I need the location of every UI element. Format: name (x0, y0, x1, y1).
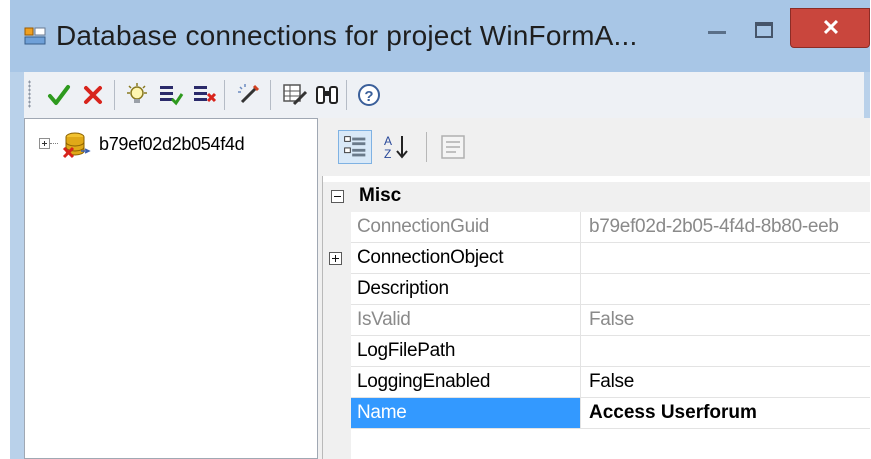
tree-item-label: b79ef02d2b054f4d (99, 134, 245, 154)
property-toolbar-separator (426, 132, 427, 162)
property-grid-toolbar: A Z (322, 118, 870, 176)
expand-icon[interactable] (329, 252, 342, 265)
connections-tree[interactable]: b79ef02d2b054f4d (24, 118, 318, 459)
ok-check-icon[interactable] (46, 82, 72, 108)
main-toolbar: ? (24, 72, 864, 119)
alphabetical-icon[interactable]: A Z (380, 130, 414, 164)
property-value[interactable]: Access Userforum (589, 398, 870, 428)
categorized-icon[interactable] (338, 130, 372, 164)
property-row-connectionobject[interactable]: ConnectionObject (329, 243, 870, 274)
help-icon[interactable]: ? (356, 82, 382, 108)
property-value[interactable]: False (589, 367, 870, 397)
magic-wand-icon[interactable] (236, 82, 262, 108)
title-bar[interactable]: Database connections for project WinForm… (10, 0, 870, 72)
property-value[interactable]: b79ef02d-2b05-4f4d-8b80-eeb (589, 212, 870, 242)
property-row-name[interactable]: Name Access Userforum (351, 398, 870, 429)
toolbar-separator (346, 80, 347, 110)
property-row-connectionguid[interactable]: ConnectionGuid b79ef02d-2b05-4f4d-8b80-e… (351, 212, 870, 243)
dialog-window: Database connections for project WinForm… (10, 0, 870, 459)
tree-connector-line (50, 143, 58, 144)
close-button[interactable]: ✕ (790, 8, 870, 48)
property-name: Name (351, 398, 581, 428)
list-delete-icon[interactable] (192, 82, 218, 108)
property-pages-icon[interactable] (436, 130, 470, 164)
maximize-icon (755, 22, 773, 38)
list-check-icon[interactable] (158, 82, 184, 108)
toolbar-separator (114, 80, 115, 110)
app-icon (24, 27, 46, 45)
property-row-description[interactable]: Description (351, 274, 870, 305)
cancel-x-icon[interactable] (80, 82, 106, 108)
close-icon: ✕ (821, 15, 841, 40)
property-name: LogFilePath (351, 336, 581, 366)
minimize-icon (708, 31, 726, 34)
property-value[interactable]: False (589, 305, 870, 335)
property-name: Description (351, 274, 581, 304)
property-row-isvalid[interactable]: IsValid False (351, 305, 870, 336)
toolbar-separator (270, 80, 271, 110)
category-label: Misc (359, 185, 402, 206)
svg-text:?: ? (364, 88, 373, 105)
property-value[interactable] (589, 336, 870, 366)
lightbulb-icon[interactable] (124, 82, 150, 108)
wizard-grid-icon[interactable] (282, 82, 308, 108)
tree-expand-icon[interactable] (39, 138, 50, 149)
property-grid: Misc ConnectionGuid b79ef02d-2b05-4f4d-8… (322, 176, 870, 459)
window-title: Database connections for project WinForm… (56, 20, 638, 51)
svg-text:A: A (384, 134, 392, 148)
collapse-icon[interactable] (331, 190, 344, 203)
property-name: IsValid (351, 305, 581, 335)
category-row[interactable]: Misc (323, 182, 870, 212)
property-value[interactable] (589, 274, 870, 304)
binoculars-icon[interactable] (314, 82, 340, 108)
dialog-client-area: b79ef02d2b054f4d A Z Misc ConnectionGuid… (24, 118, 870, 459)
property-name: LoggingEnabled (351, 367, 581, 397)
svg-text:Z: Z (384, 147, 391, 161)
property-value[interactable] (589, 243, 870, 273)
toolbar-separator (224, 80, 225, 110)
property-row-loggingenabled[interactable]: LoggingEnabled False (351, 367, 870, 398)
minimize-button[interactable] (698, 12, 738, 48)
property-name: ConnectionGuid (351, 212, 581, 242)
property-grid-margin (323, 212, 351, 459)
toolbar-grip[interactable] (28, 80, 31, 108)
property-row-logfilepath[interactable]: LogFilePath (351, 336, 870, 367)
maximize-button[interactable] (742, 12, 786, 48)
tree-item-connection[interactable]: b79ef02d2b054f4d (39, 132, 319, 159)
property-name: ConnectionObject (351, 243, 581, 273)
database-error-icon (62, 132, 91, 159)
